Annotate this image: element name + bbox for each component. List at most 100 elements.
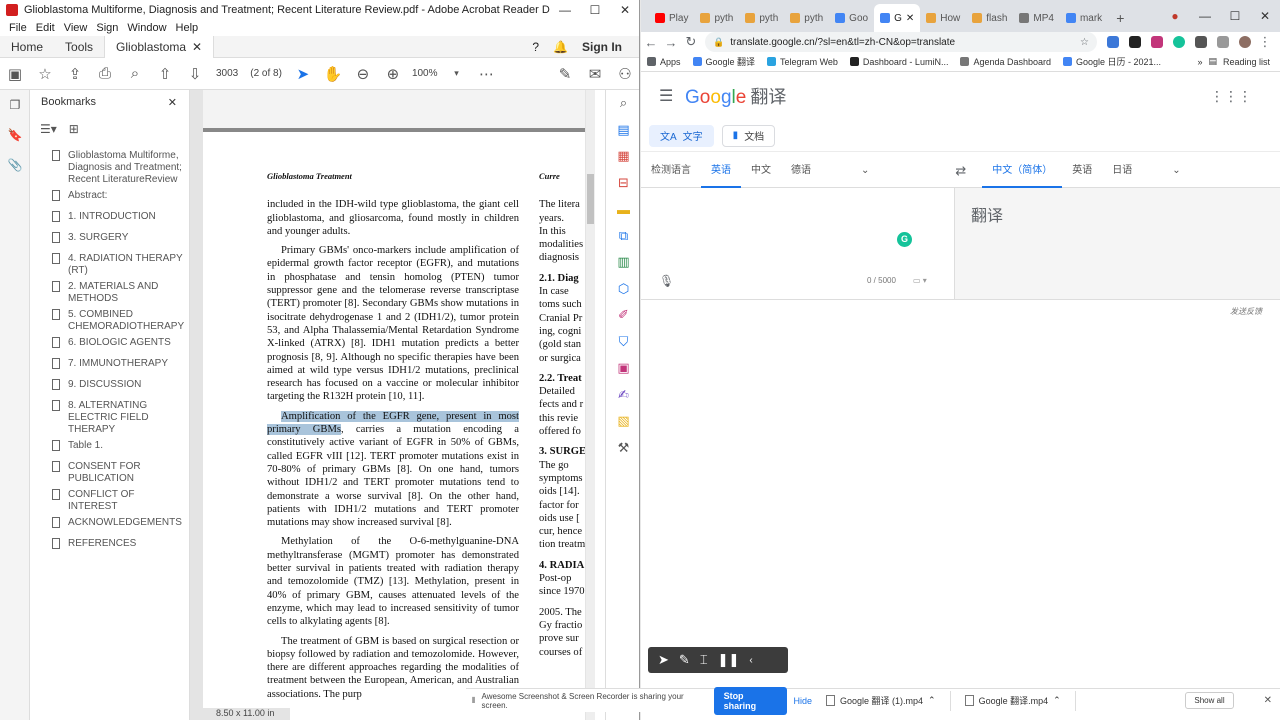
request-signature-icon[interactable]: ✍	[606, 382, 639, 409]
excel-export-icon[interactable]: ▥	[606, 249, 639, 276]
bookmark-item[interactable]: 7. IMMUNOTHERAPY	[30, 356, 189, 377]
send-feedback-link[interactable]: 发送反馈	[1230, 306, 1262, 317]
extension-icon[interactable]	[1151, 36, 1163, 48]
tab-tools[interactable]: Tools	[54, 36, 104, 58]
zoom-search-icon[interactable]: ⌕	[606, 90, 639, 117]
source-lang-chinese[interactable]: 中文	[741, 154, 781, 188]
google-apps-icon[interactable]: ⋮⋮⋮	[1210, 88, 1252, 105]
bookmark-link[interactable]: Google 翻译	[692, 55, 755, 68]
microphone-icon[interactable]: 🎙	[659, 274, 674, 288]
upload-icon[interactable]: ⇪	[60, 59, 90, 89]
close-shelf-icon[interactable]: ✕	[1264, 695, 1272, 706]
chevron-up-icon[interactable]: ⌃	[928, 695, 936, 706]
bookmark-link[interactable]: Apps	[647, 57, 681, 67]
bookmarks-panel-icon[interactable]: 🔖	[0, 120, 30, 150]
download-item[interactable]: Google 翻译.mp4 ⌃	[951, 690, 1076, 711]
share-link-icon[interactable]: ⚇	[610, 59, 639, 89]
select-cursor-icon[interactable]: ➤	[288, 59, 318, 89]
lock-icon[interactable]: 🔒	[713, 37, 724, 48]
new-tab-icon[interactable]: +	[1108, 4, 1132, 32]
source-lang-german[interactable]: 德语	[781, 154, 821, 188]
show-all-button[interactable]: Show all	[1185, 692, 1234, 709]
url-text[interactable]: translate.google.cn/?sl=en&tl=zh-CN&op=t…	[730, 37, 955, 48]
bookmark-item[interactable]: CONFLICT OF INTEREST	[30, 487, 189, 515]
menu-view[interactable]: View	[64, 22, 88, 34]
back-icon[interactable]: ←	[641, 35, 661, 50]
address-bar[interactable]: 🔒 translate.google.cn/?sl=en&tl=zh-CN&op…	[705, 32, 1097, 52]
menu-sign[interactable]: Sign	[96, 22, 118, 34]
menu-edit[interactable]: Edit	[36, 22, 55, 34]
stop-sharing-button[interactable]: Stop sharing	[713, 686, 788, 715]
browser-tab[interactable]: Goo	[829, 4, 874, 32]
document-viewport[interactable]: Glioblastoma Treatment included in the I…	[190, 90, 595, 720]
forward-icon[interactable]: →	[661, 35, 681, 50]
google-translate-logo[interactable]: Google 翻译	[685, 83, 786, 109]
sign-pen-icon[interactable]: ✎	[550, 59, 580, 89]
page-number-field[interactable]: 3003	[216, 68, 238, 79]
pen-icon[interactable]: ✎	[679, 652, 690, 668]
swap-languages-icon[interactable]: ⇄	[955, 163, 966, 179]
menu-help[interactable]: Help	[176, 22, 199, 34]
minimize-icon[interactable]: —	[550, 3, 580, 17]
page-up-icon[interactable]: ⇧	[150, 59, 180, 89]
zoom-in-icon[interactable]: ⊕	[378, 59, 408, 89]
more-tools-wrench-icon[interactable]: ⚒	[606, 435, 639, 462]
organize-pages-icon[interactable]: ▦	[606, 143, 639, 170]
maximize-icon[interactable]: ☐	[580, 3, 610, 17]
help-icon[interactable]: ?	[532, 40, 539, 54]
protect-icon[interactable]: ⛉	[606, 329, 639, 356]
target-lang-japanese[interactable]: 日语	[1102, 154, 1142, 188]
download-item[interactable]: Google 翻译 (1).mp4 ⌃	[812, 690, 951, 711]
extension-icon[interactable]	[1107, 36, 1119, 48]
grammarly-icon[interactable]: G	[897, 232, 912, 247]
export-pdf-icon[interactable]: ⊟	[606, 170, 639, 197]
zoom-out-icon[interactable]: ⊖	[348, 59, 378, 89]
tab-home[interactable]: Home	[0, 36, 54, 58]
profile-icon[interactable]: ●	[1160, 9, 1190, 23]
bookmark-item[interactable]: Glioblastoma Multiforme, Diagnosis and T…	[30, 148, 189, 188]
bookmark-link[interactable]: Google 日历 - 2021...	[1063, 55, 1161, 68]
bookmark-link[interactable]: Agenda Dashboard	[960, 57, 1051, 67]
edit-pdf-icon[interactable]: ▣	[606, 355, 639, 382]
more-tools-icon[interactable]: ⋯	[472, 59, 502, 89]
combine-files-icon[interactable]: ⧉	[606, 223, 639, 250]
search-icon[interactable]: ⌕	[120, 59, 150, 89]
print-icon[interactable]: ⎙	[90, 59, 120, 89]
create-pdf-icon[interactable]: ▤	[606, 117, 639, 144]
pause-icon[interactable]: ❚❚	[718, 652, 740, 668]
close-panel-icon[interactable]: ✕	[168, 96, 177, 109]
browser-tab[interactable]: MP4	[1013, 4, 1060, 32]
collapse-icon[interactable]: ‹	[749, 655, 752, 666]
bookmark-link[interactable]: Telegram Web	[767, 57, 838, 67]
reload-icon[interactable]: ↻	[681, 34, 701, 50]
bookmark-item[interactable]: Table 1.	[30, 438, 189, 459]
target-lang-dropdown-icon[interactable]: ⌄	[1162, 154, 1190, 188]
zoom-level-field[interactable]: 100%	[412, 68, 438, 79]
bookmark-item[interactable]: 4. RADIATION THERAPY (RT)	[30, 251, 189, 279]
email-icon[interactable]: ✉	[580, 59, 610, 89]
source-lang-detect[interactable]: 检测语言	[641, 154, 701, 188]
source-text-area[interactable]: G 🎙 0 / 5000 ▭ ▾	[641, 188, 955, 300]
browser-tab[interactable]: pyth	[784, 4, 829, 32]
reading-list[interactable]: » ▤ Reading list	[1197, 56, 1270, 67]
bookmark-item[interactable]: 6. BIOLOGIC AGENTS	[30, 335, 189, 356]
compress-icon[interactable]: ⬡	[606, 276, 639, 303]
comment-icon[interactable]: ▬	[606, 196, 639, 223]
bookmark-item[interactable]: 9. DISCUSSION	[30, 377, 189, 398]
browser-tab[interactable]: mark	[1060, 4, 1108, 32]
attachments-icon[interactable]: 📎	[0, 150, 30, 180]
hamburger-menu-icon[interactable]: ☰	[659, 86, 679, 106]
highlighter-icon[interactable]: ⌶	[700, 652, 708, 668]
chrome-menu-icon[interactable]: ⋮	[1255, 34, 1275, 50]
source-lang-dropdown-icon[interactable]: ⌄	[851, 154, 879, 188]
hide-button[interactable]: Hide	[793, 696, 812, 706]
extensions-puzzle-icon[interactable]	[1217, 36, 1229, 48]
add-bookmark-icon[interactable]: ⊞	[69, 122, 79, 136]
bookmark-star-icon[interactable]: ☆	[1080, 37, 1089, 48]
bookmark-link[interactable]: Dashboard - LumiN...	[849, 57, 948, 67]
extension-icon[interactable]	[1195, 36, 1207, 48]
text-mode-button[interactable]: 文A 文字	[649, 124, 714, 147]
scan-icon[interactable]: ▧	[606, 408, 639, 435]
keyboard-icon[interactable]: ▭ ▾	[913, 276, 927, 285]
tab-close-icon[interactable]: ✕	[906, 13, 914, 24]
